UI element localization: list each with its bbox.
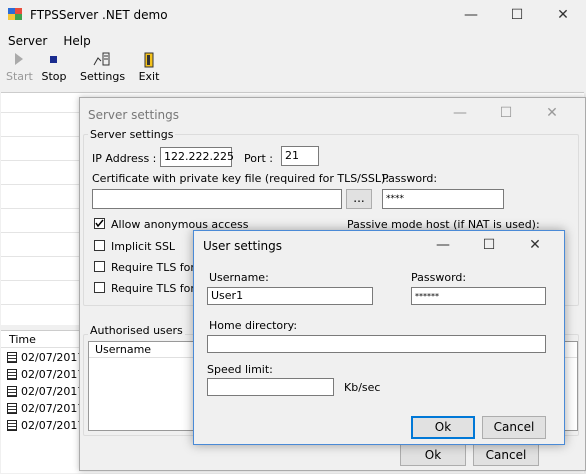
- cert-password-input[interactable]: ****: [382, 189, 504, 209]
- certificate-label: Certificate with private key file (requi…: [92, 172, 389, 185]
- settings-button[interactable]: Settings: [80, 52, 126, 83]
- require-tls-checkbox-2[interactable]: [94, 282, 105, 293]
- maximize-icon[interactable]: ☐: [483, 98, 529, 128]
- require-tls-label-2: Require TLS for c: [111, 282, 205, 295]
- minimize-icon[interactable]: —: [448, 0, 494, 30]
- authorised-users-label: Authorised users: [88, 324, 185, 337]
- username-label: Username:: [209, 271, 269, 284]
- close-icon[interactable]: ✕: [512, 231, 558, 259]
- allow-anonymous-checkbox[interactable]: [94, 218, 105, 229]
- stop-button[interactable]: Stop: [40, 52, 68, 83]
- log-entry-icon: [7, 403, 17, 414]
- maximize-icon[interactable]: ☐: [494, 0, 540, 30]
- user-settings-title: User settings: [203, 239, 283, 253]
- app-icon: [8, 8, 22, 20]
- server-ok-button[interactable]: Ok: [400, 444, 466, 466]
- cert-password-label: Password:: [382, 172, 438, 185]
- minimize-icon[interactable]: —: [420, 231, 466, 259]
- implicit-ssl-label: Implicit SSL: [111, 240, 176, 253]
- menu-help[interactable]: Help: [55, 31, 98, 51]
- close-icon[interactable]: ✕: [529, 98, 575, 128]
- log-row[interactable]: 02/07/2017: [7, 402, 84, 415]
- server-cancel-button[interactable]: Cancel: [473, 444, 539, 466]
- stop-icon: [40, 52, 68, 70]
- speed-limit-unit: Kb/sec: [344, 381, 381, 394]
- log-row[interactable]: 02/07/2017: [7, 419, 84, 432]
- log-entry-icon: [7, 386, 17, 397]
- user-password-input[interactable]: ******: [411, 287, 546, 305]
- menu-server[interactable]: Server: [0, 31, 55, 51]
- maximize-icon[interactable]: ☐: [466, 231, 512, 259]
- log-header-time: Time: [9, 333, 36, 346]
- browse-certificate-button[interactable]: ...: [346, 189, 372, 209]
- minimize-icon[interactable]: —: [437, 98, 483, 128]
- exit-label: Exit: [138, 70, 160, 83]
- speed-limit-label: Speed limit:: [207, 363, 273, 376]
- exit-button[interactable]: Exit: [136, 52, 162, 83]
- user-ok-button[interactable]: Ok: [411, 416, 475, 439]
- log-entry-icon: [7, 352, 17, 363]
- require-tls-checkbox-1[interactable]: [94, 261, 105, 272]
- home-directory-input[interactable]: [207, 335, 546, 353]
- settings-label: Settings: [80, 70, 126, 83]
- require-tls-label-1: Require TLS for c: [111, 261, 205, 274]
- stop-label: Stop: [41, 70, 67, 83]
- speed-limit-input[interactable]: [207, 378, 334, 396]
- port-input[interactable]: 21: [281, 146, 319, 166]
- log-row[interactable]: 02/07/2017: [7, 351, 84, 364]
- log-row[interactable]: 02/07/2017: [7, 368, 84, 381]
- ip-label: IP Address :: [92, 152, 157, 165]
- home-directory-label: Home directory:: [209, 319, 298, 332]
- user-password-label: Password:: [411, 271, 467, 284]
- settings-icon: [80, 52, 124, 70]
- menu-bar: Server Help: [0, 31, 99, 51]
- main-window-title: FTPSServer .NET demo: [30, 8, 168, 22]
- ip-input[interactable]: 122.222.225: [160, 147, 234, 167]
- user-settings-dialog: User settings — ☐ ✕ Username: User1 Pass…: [193, 230, 565, 445]
- certificate-input[interactable]: [92, 189, 342, 209]
- server-settings-group-label: Server settings: [88, 128, 176, 141]
- main-titlebar: FTPSServer .NET demo — ☐ ✕: [0, 0, 586, 30]
- log-entry-icon: [7, 369, 17, 380]
- user-cancel-button[interactable]: Cancel: [482, 416, 546, 439]
- exit-icon: [136, 52, 162, 70]
- log-row[interactable]: 02/07/2017: [7, 385, 84, 398]
- start-button[interactable]: Start: [6, 52, 33, 83]
- start-label: Start: [6, 70, 33, 83]
- log-entry-icon: [7, 420, 17, 431]
- close-icon[interactable]: ✕: [540, 0, 586, 30]
- play-icon: [6, 52, 32, 70]
- username-input[interactable]: User1: [207, 287, 373, 305]
- users-column-username: Username: [95, 343, 152, 356]
- implicit-ssl-checkbox[interactable]: [94, 240, 105, 251]
- server-settings-title: Server settings: [88, 108, 180, 122]
- port-label: Port :: [244, 152, 274, 165]
